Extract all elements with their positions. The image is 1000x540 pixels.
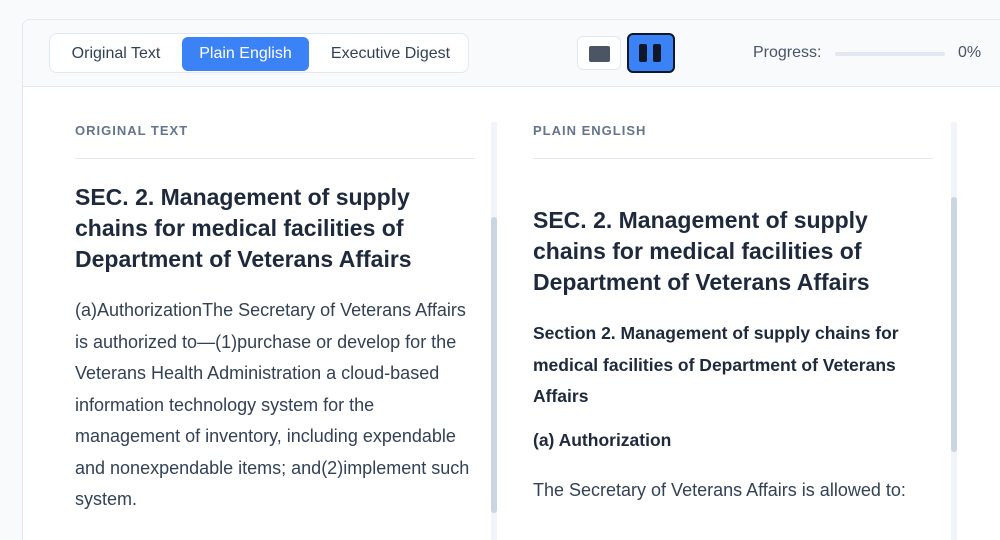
progress-bar: [835, 52, 945, 56]
toolbar: Original Text Plain English Executive Di…: [23, 20, 1000, 87]
plain-english-pane: PLAIN ENGLISH SEC. 2. Management of supp…: [507, 87, 967, 540]
divider: [533, 158, 933, 159]
section-subtitle: Section 2. Management of supply chains f…: [533, 323, 899, 406]
section-title: SEC. 2. Management of supply chains for …: [533, 207, 870, 295]
split-pane-button[interactable]: [627, 33, 675, 73]
pane-header: PLAIN ENGLISH: [533, 123, 647, 138]
progress-label: Progress:: [753, 44, 822, 61]
scrollbar-thumb[interactable]: [491, 217, 497, 513]
original-text-pane: ORIGINAL TEXT SEC. 2. Management of supp…: [23, 87, 499, 540]
scrollbar-thumb[interactable]: [951, 197, 957, 452]
pane-header: ORIGINAL TEXT: [75, 123, 189, 138]
scrollbar[interactable]: [951, 122, 957, 540]
scrollbar[interactable]: [491, 122, 497, 540]
divider: [75, 158, 475, 159]
single-pane-icon: [589, 46, 610, 62]
tab-original-text[interactable]: Original Text: [54, 37, 178, 71]
original-section-text: (a)AuthorizationThe Secretary of Veteran…: [75, 300, 470, 509]
single-pane-button[interactable]: [577, 36, 621, 70]
section-title: SEC. 2. Management of supply chains for …: [75, 184, 412, 272]
view-mode-tabs: Original Text Plain English Executive Di…: [49, 33, 469, 73]
subsection-heading: (a) Authorization: [533, 430, 672, 450]
document-viewer: Original Text Plain English Executive Di…: [22, 19, 1000, 540]
tab-plain-english[interactable]: Plain English: [182, 37, 309, 71]
tab-executive-digest[interactable]: Executive Digest: [313, 37, 468, 71]
progress-value: 0%: [958, 44, 982, 61]
plain-text-line: The Secretary of Veterans Affairs is all…: [533, 480, 906, 500]
